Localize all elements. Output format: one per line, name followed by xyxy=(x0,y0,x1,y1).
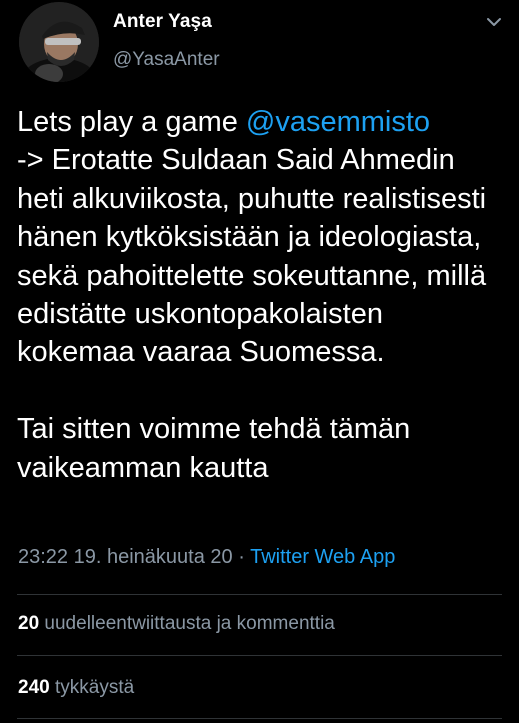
author-name[interactable]: Anter Yaşa xyxy=(113,11,212,33)
meta-separator: · xyxy=(238,546,245,568)
tweet-source-link[interactable]: Twitter Web App xyxy=(250,546,395,568)
divider xyxy=(17,655,502,656)
more-options-button[interactable] xyxy=(482,10,506,34)
mention-link[interactable]: @vasemmisto xyxy=(246,106,430,138)
tweet-meta: 23:22 19. heinäkuuta 20 · Twitter Web Ap… xyxy=(18,546,395,569)
likes-label: tykkäystä xyxy=(54,677,135,698)
tweet-text: Lets play a game @vasemmisto -> Erotatte… xyxy=(17,103,507,487)
tweet-timestamp[interactable]: 23:22 19. heinäkuuta 20 xyxy=(18,546,233,568)
likes-count: 240 xyxy=(18,677,50,698)
chevron-down-icon xyxy=(487,18,501,26)
divider xyxy=(17,594,502,595)
retweets-label: uudelleentwiittausta ja kommenttia xyxy=(44,613,335,634)
tweet-text-intro: Lets play a game xyxy=(17,106,246,138)
author-handle[interactable]: @YasaAnter xyxy=(113,49,220,71)
divider xyxy=(17,718,502,719)
avatar[interactable] xyxy=(19,2,99,82)
likes-stat[interactable]: 240 tykkäystä xyxy=(18,677,134,699)
tweet-text-body: -> Erotatte Suldaan Said Ahmedin heti al… xyxy=(17,144,487,484)
avatar-image xyxy=(19,2,99,82)
retweets-stat[interactable]: 20 uudelleentwiittausta ja kommenttia xyxy=(18,613,335,635)
retweets-count: 20 xyxy=(18,613,40,634)
